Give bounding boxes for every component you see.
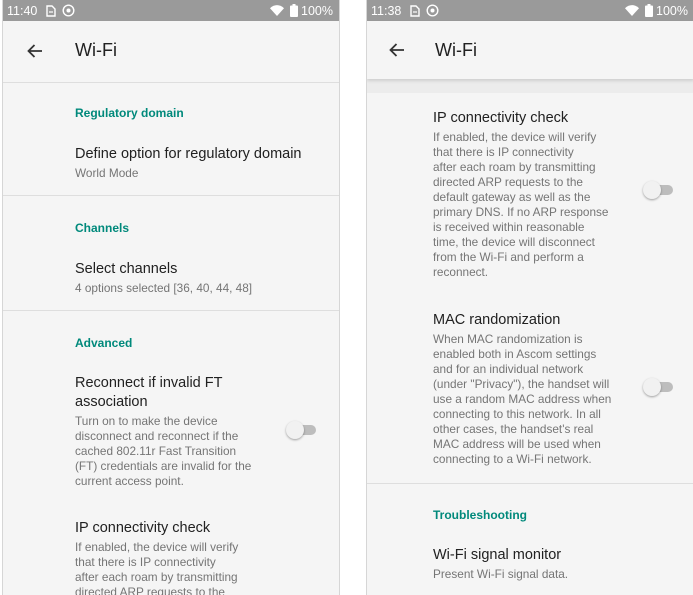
- pref-summary-line: connecting to this network. In all: [433, 407, 601, 421]
- pref-summary-line: after each roam by transmitting: [433, 160, 596, 174]
- pref-regulatory-domain[interactable]: Define option for regulatory domain Worl…: [75, 145, 302, 181]
- pref-summary: 4 options selected [36, 40, 44, 48]: [75, 281, 253, 295]
- section-header-channels: Channels: [75, 221, 130, 235]
- pref-summary: Present Wi-Fi signal data.: [433, 567, 569, 581]
- pref-summary-line: If enabled, the device will verify: [433, 130, 597, 144]
- pref-summary-line: is received within reasonable: [433, 220, 585, 234]
- pref-title: Select channels: [75, 261, 178, 277]
- pref-title-line: Reconnect if invalid FT: [75, 375, 223, 391]
- divider: [3, 195, 339, 196]
- toggle-thumb: [643, 378, 661, 396]
- ip-connectivity-toggle[interactable]: [643, 180, 677, 200]
- app-bar: Wi-Fi: [367, 21, 693, 79]
- status-bar: 11:38 100%: [367, 0, 693, 21]
- pref-mac-randomization[interactable]: MAC randomization When MAC randomization…: [433, 311, 643, 467]
- page-title: Wi-Fi: [435, 39, 477, 60]
- status-time: 11:38: [371, 3, 402, 18]
- pref-reconnect-ft[interactable]: Reconnect if invalid FT association Turn…: [75, 374, 275, 489]
- pref-summary-line: after each roam by transmitting: [75, 570, 238, 584]
- section-header-regulatory: Regulatory domain: [75, 106, 184, 120]
- mac-randomization-toggle[interactable]: [643, 377, 677, 397]
- pref-title: Define option for regulatory domain: [75, 146, 302, 162]
- app-bar: Wi-Fi: [3, 21, 339, 80]
- pref-summary-line: reconnect.: [433, 265, 489, 279]
- pref-title: IP connectivity check: [75, 520, 211, 536]
- divider: [3, 82, 339, 83]
- pref-summary-line: from the Wi-Fi and perform a: [433, 250, 584, 264]
- wifi-ap-icon: [426, 4, 439, 17]
- back-arrow-icon[interactable]: [387, 40, 407, 60]
- pref-title-line: association: [75, 394, 148, 410]
- sim-icon: [409, 4, 421, 17]
- pref-summary-line: primary DNS. If no ARP response: [433, 205, 609, 219]
- pref-summary-line: use a random MAC address when: [433, 392, 612, 406]
- battery-percent: 100%: [656, 3, 688, 18]
- battery-icon: [645, 4, 654, 17]
- pref-summary-line: When MAC randomization is: [433, 332, 583, 346]
- pref-summary-line: enabled both in Ascom settings: [433, 347, 597, 361]
- pref-summary-line: (FT) credentials are invalid for the: [75, 459, 252, 473]
- toggle-thumb: [286, 421, 304, 439]
- pref-summary-line: cached 802.11r Fast Transition: [75, 444, 237, 458]
- divider: [367, 483, 693, 484]
- back-arrow-icon[interactable]: [25, 41, 45, 61]
- pref-summary-line: If enabled, the device will verify: [75, 540, 239, 554]
- pref-summary-line: that there is IP connectivity: [75, 555, 216, 569]
- toggle-thumb: [643, 181, 661, 199]
- pref-summary: World Mode: [75, 166, 139, 180]
- pref-summary-line: current access point.: [75, 474, 184, 488]
- battery-icon: [290, 4, 299, 17]
- pref-title: MAC randomization: [433, 312, 561, 328]
- sim-icon: [45, 4, 57, 17]
- divider: [3, 310, 339, 311]
- pref-summary-line: Turn on to make the device: [75, 414, 218, 428]
- pref-ip-connectivity[interactable]: IP connectivity check If enabled, the de…: [433, 109, 643, 280]
- reconnect-ft-toggle[interactable]: [286, 420, 320, 440]
- pref-summary-line: that there is IP connectivity: [433, 145, 574, 159]
- status-bar: 11:40 100%: [3, 0, 339, 21]
- pref-ip-connectivity[interactable]: IP connectivity check If enabled, the de…: [75, 519, 295, 595]
- pref-summary-line: directed ARP requests to the: [75, 585, 225, 595]
- pref-summary-line: MAC address will be used when: [433, 437, 601, 451]
- left-screen: 11:40 100% Wi-Fi Regulatory domain Defin…: [2, 0, 340, 595]
- pref-select-channels[interactable]: Select channels 4 options selected [36, …: [75, 260, 252, 296]
- pref-summary-line: default gateway as well as the: [433, 190, 591, 204]
- wifi-signal-icon: [270, 5, 285, 16]
- scroll-shadow: [367, 79, 693, 93]
- pref-summary-line: directed ARP requests to the: [433, 175, 583, 189]
- section-header-troubleshooting: Troubleshooting: [433, 508, 527, 522]
- pref-summary-line: and for an individual network: [433, 362, 584, 376]
- pref-summary-line: disconnect and reconnect if the: [75, 429, 239, 443]
- pref-summary-line: (under "Privacy"), the handset will: [433, 377, 610, 391]
- page-title: Wi-Fi: [75, 40, 117, 60]
- pref-summary-line: time, the device will disconnect: [433, 235, 595, 249]
- pref-wifi-signal-monitor[interactable]: Wi-Fi signal monitor Present Wi-Fi signa…: [433, 546, 568, 582]
- wifi-ap-icon: [62, 4, 75, 17]
- status-time: 11:40: [7, 3, 38, 18]
- wifi-signal-icon: [625, 5, 640, 16]
- section-header-advanced: Advanced: [75, 336, 133, 350]
- battery-percent: 100%: [301, 3, 333, 18]
- pref-title: IP connectivity check: [433, 110, 569, 126]
- right-screen: 11:38 100% Wi-Fi IP connectivity check I…: [366, 0, 693, 595]
- pref-title: Wi-Fi signal monitor: [433, 547, 562, 563]
- pref-summary-line: connecting to a Wi-Fi network.: [433, 452, 592, 466]
- pref-summary-line: other cases, the handset's real: [433, 422, 594, 436]
